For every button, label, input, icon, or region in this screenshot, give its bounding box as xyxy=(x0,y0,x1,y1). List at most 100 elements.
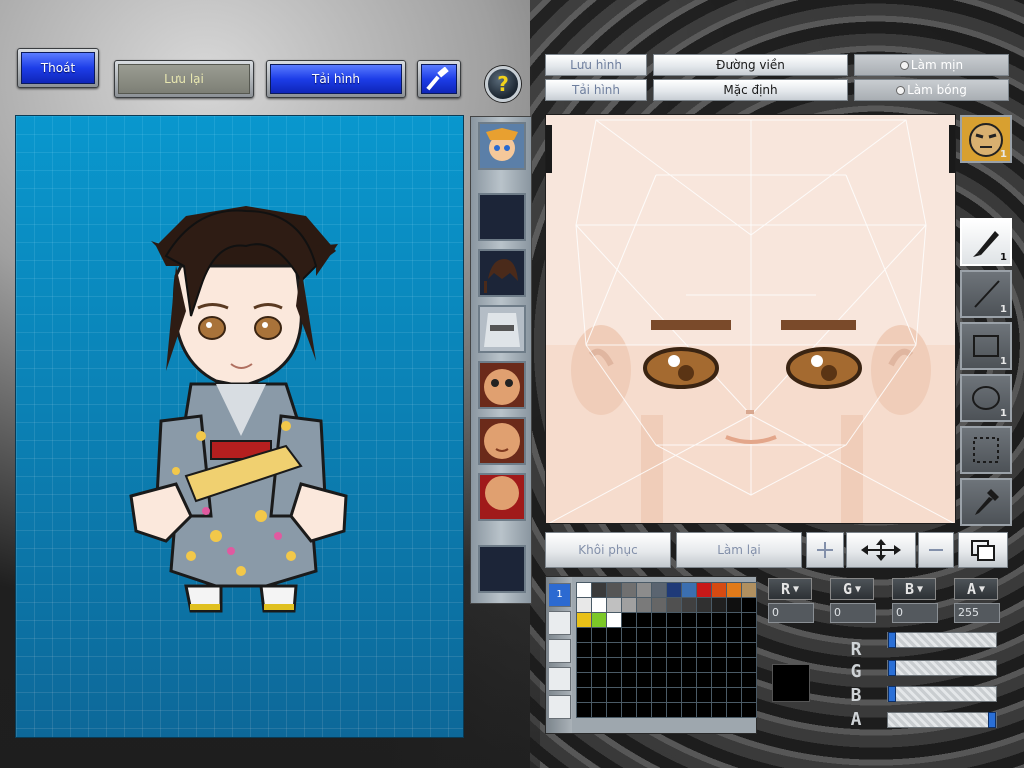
palette-swatch[interactable] xyxy=(742,613,756,627)
palette-swatch[interactable] xyxy=(607,688,621,702)
palette-swatch[interactable] xyxy=(697,673,711,687)
help-button[interactable]: ? xyxy=(485,66,521,102)
palette-swatch[interactable] xyxy=(742,628,756,642)
texture-canvas[interactable] xyxy=(545,114,956,524)
palette-swatch[interactable] xyxy=(592,613,606,627)
palette-swatch[interactable] xyxy=(727,688,741,702)
palette-swatch[interactable] xyxy=(712,688,726,702)
red-channel-dropdown[interactable]: R ▼ xyxy=(768,578,812,600)
palette-swatch[interactable] xyxy=(607,628,621,642)
palette-swatch[interactable] xyxy=(652,583,666,597)
select-tool[interactable] xyxy=(960,426,1012,474)
palette-swatch[interactable] xyxy=(592,703,606,717)
save-button[interactable]: Lưu lại xyxy=(114,60,254,98)
palette-tab-1[interactable]: 1 xyxy=(549,583,571,607)
palette-swatch[interactable] xyxy=(697,643,711,657)
blue-value-field[interactable]: 0 xyxy=(892,603,938,623)
palette-swatch[interactable] xyxy=(577,673,591,687)
palette-swatch[interactable] xyxy=(667,658,681,672)
palette-swatch[interactable] xyxy=(607,658,621,672)
palette-swatch[interactable] xyxy=(607,583,621,597)
palette-swatch[interactable] xyxy=(637,643,651,657)
palette-swatch[interactable] xyxy=(607,673,621,687)
palette-swatch[interactable] xyxy=(682,583,696,597)
palette-swatch[interactable] xyxy=(727,643,741,657)
palette-swatch[interactable] xyxy=(712,598,726,612)
palette-swatch[interactable] xyxy=(637,628,651,642)
palette-swatch[interactable] xyxy=(727,658,741,672)
exit-button[interactable]: Thoát xyxy=(17,48,99,88)
palette-swatch[interactable] xyxy=(622,703,636,717)
palette-swatch[interactable] xyxy=(682,703,696,717)
part-slot-character[interactable] xyxy=(478,122,526,170)
palette-swatch[interactable] xyxy=(592,673,606,687)
green-channel-dropdown[interactable]: G ▼ xyxy=(830,578,874,600)
part-slot-body[interactable] xyxy=(478,305,526,353)
palette-swatch[interactable] xyxy=(637,583,651,597)
palette-swatch[interactable] xyxy=(682,688,696,702)
palette-swatch[interactable] xyxy=(712,658,726,672)
palette-swatch[interactable] xyxy=(622,583,636,597)
part-slot-hair[interactable] xyxy=(478,249,526,297)
zoom-out-button[interactable] xyxy=(918,532,954,568)
palette-swatch[interactable] xyxy=(622,643,636,657)
green-slider[interactable] xyxy=(887,660,997,676)
ellipse-tool[interactable]: 1 xyxy=(960,374,1012,422)
palette-swatch[interactable] xyxy=(622,628,636,642)
alpha-slider[interactable] xyxy=(887,712,997,728)
palette-swatch[interactable] xyxy=(697,583,711,597)
palette-swatch[interactable] xyxy=(682,598,696,612)
palette-swatch[interactable] xyxy=(637,658,651,672)
part-slot-empty-1[interactable] xyxy=(478,193,526,241)
palette-swatch[interactable] xyxy=(712,628,726,642)
eyedropper-tool[interactable] xyxy=(960,478,1012,526)
red-value-field[interactable]: 0 xyxy=(768,603,814,623)
palette-swatch[interactable] xyxy=(637,673,651,687)
palette-swatch[interactable] xyxy=(697,703,711,717)
palette-swatch[interactable] xyxy=(667,703,681,717)
palette-swatch[interactable] xyxy=(682,673,696,687)
palette-swatch[interactable] xyxy=(682,658,696,672)
palette-swatch[interactable] xyxy=(637,613,651,627)
palette-swatch[interactable] xyxy=(637,703,651,717)
red-slider-handle[interactable] xyxy=(888,632,896,648)
palette-swatch[interactable] xyxy=(607,643,621,657)
palette-swatch[interactable] xyxy=(727,583,741,597)
palette-swatch[interactable] xyxy=(577,658,591,672)
rectangle-tool[interactable]: 1 xyxy=(960,322,1012,370)
hammer-button[interactable] xyxy=(417,60,461,98)
palette-swatch[interactable] xyxy=(652,703,666,717)
palette-swatch[interactable] xyxy=(622,658,636,672)
alpha-value-field[interactable]: 255 xyxy=(954,603,1000,623)
palette-swatch[interactable] xyxy=(592,643,606,657)
palette-swatch[interactable] xyxy=(652,628,666,642)
palette-swatch[interactable] xyxy=(577,703,591,717)
palette-swatch[interactable] xyxy=(652,658,666,672)
palette-swatch[interactable] xyxy=(697,658,711,672)
blue-channel-dropdown[interactable]: B ▼ xyxy=(892,578,936,600)
blue-slider[interactable] xyxy=(887,686,997,702)
palette-swatch[interactable] xyxy=(682,613,696,627)
palette-swatch[interactable] xyxy=(727,613,741,627)
palette-swatch[interactable] xyxy=(652,598,666,612)
palette-swatch[interactable] xyxy=(592,598,606,612)
palette-swatch[interactable] xyxy=(727,673,741,687)
palette-tab-2[interactable] xyxy=(549,611,571,635)
palette-swatch[interactable] xyxy=(712,673,726,687)
part-slot-face-1[interactable] xyxy=(478,361,526,409)
palette-swatch[interactable] xyxy=(742,598,756,612)
palette-swatch[interactable] xyxy=(577,688,591,702)
palette-swatch[interactable] xyxy=(652,643,666,657)
palette-swatch[interactable] xyxy=(592,658,606,672)
palette-swatch[interactable] xyxy=(577,643,591,657)
palette-swatch[interactable] xyxy=(637,598,651,612)
palette-swatch[interactable] xyxy=(577,598,591,612)
palette-tab-3[interactable] xyxy=(549,639,571,663)
palette-swatch[interactable] xyxy=(712,583,726,597)
palette-swatch[interactable] xyxy=(697,598,711,612)
palette-swatch[interactable] xyxy=(667,643,681,657)
palette-swatch[interactable] xyxy=(742,643,756,657)
blue-slider-handle[interactable] xyxy=(888,686,896,702)
palette-swatch[interactable] xyxy=(652,673,666,687)
palette-swatch[interactable] xyxy=(712,703,726,717)
